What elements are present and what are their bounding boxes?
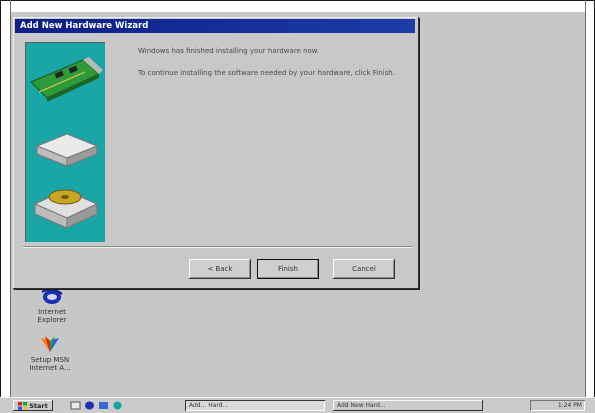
start-label: Start [29,401,48,410]
disk-drive-icon [33,189,99,229]
desktop-icon-internet-explorer[interactable]: Internet Explorer [22,288,82,324]
back-button[interactable]: < Back [189,259,251,279]
taskbar-button-add-new-hardware[interactable]: Add New Hard... [333,400,483,411]
cancel-button[interactable]: Cancel [333,259,395,279]
internet-explorer-icon [41,288,63,304]
hardware-illustration [30,57,103,229]
desktop-icon-label: Internet Explorer [37,308,67,324]
frame-divider-left [10,0,11,412]
msn-butterfly-icon [41,336,59,352]
taskbar: Start Add... Hard... Add New Hard... 1:2… [0,397,595,413]
finish-button[interactable]: Finish [257,259,319,279]
frame-divider-right [585,0,586,412]
show-desktop-icon[interactable] [70,400,81,411]
desktop-icon-msn-setup[interactable]: Setup MSN Internet A... [20,334,80,372]
button-separator [23,246,413,248]
channels-icon[interactable] [112,400,123,411]
desktop-icon-label: Setup MSN Internet A... [29,356,71,372]
windows-logo-icon [18,401,28,410]
drive-icon [35,133,99,167]
start-button[interactable]: Start [13,400,53,411]
window-title: Add New Hardware Wizard [20,21,149,31]
internet-explorer-icon[interactable] [84,400,95,411]
titlebar[interactable]: Add New Hardware Wizard [15,19,415,33]
wizard-message-finished: Windows has finished installing your har… [138,47,320,55]
taskbar-button-add-hardware[interactable]: Add... Hard... [185,400,325,411]
wizard-illustration [25,42,105,242]
outlook-express-icon[interactable] [98,400,109,411]
add-hardware-wizard-window: Add New Hardware Wizard Windows has fini… [13,17,419,289]
system-tray-clock: 1:24 PM [530,400,585,411]
wizard-message-instructions: To continue installing the software need… [138,69,395,77]
expansion-card-icon [30,57,103,102]
